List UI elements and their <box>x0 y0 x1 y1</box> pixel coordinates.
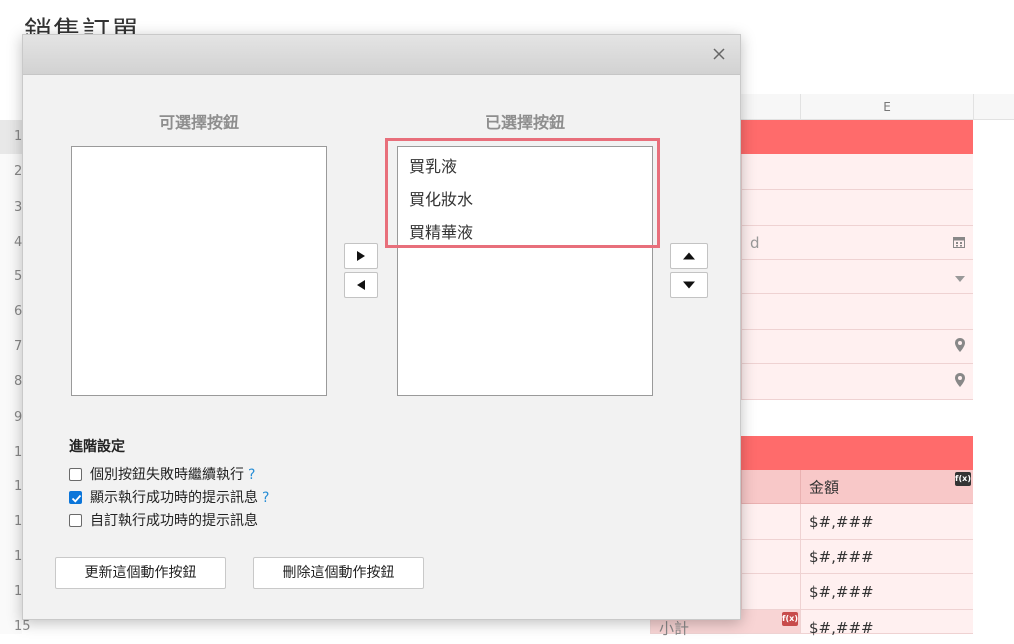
location-cell[interactable] <box>741 364 973 400</box>
amount-value: $#,### <box>809 582 874 601</box>
subtotal-value-cell[interactable]: $#,### <box>800 610 973 637</box>
available-buttons-list[interactable] <box>71 146 327 396</box>
move-right-button[interactable] <box>344 243 378 269</box>
row-number[interactable]: 7 <box>0 330 22 364</box>
dialog-header[interactable] <box>23 35 740 75</box>
sheet-title: 銷售訂單 <box>24 15 141 34</box>
arrow-right-icon <box>357 251 365 261</box>
location-pin-icon[interactable] <box>955 337 965 356</box>
formula-icon[interactable]: f(x) <box>955 472 971 486</box>
table-header-cell[interactable] <box>741 470 800 504</box>
update-action-button[interactable]: 更新這個動作按鈕 <box>55 557 226 589</box>
table-header-cell[interactable]: 金額 f(x) <box>800 470 973 504</box>
row-number[interactable]: 11 <box>0 470 31 504</box>
advanced-settings-title: 進階設定 <box>69 439 125 455</box>
location-cell[interactable] <box>741 330 973 364</box>
row-number[interactable]: 4 <box>0 226 22 260</box>
table-cell[interactable] <box>741 540 800 574</box>
date-cell[interactable]: d <box>741 226 973 260</box>
delete-action-button[interactable]: 刪除這個動作按鈕 <box>253 557 424 589</box>
dropdown-cell[interactable] <box>741 260 973 294</box>
amount-header: 金額 <box>809 478 840 496</box>
close-icon <box>713 48 725 60</box>
option-custom-success-message[interactable]: 自訂執行成功時的提示訊息 <box>69 511 258 531</box>
table-cell[interactable]: $#,### <box>800 504 973 540</box>
arrow-left-icon <box>357 280 365 290</box>
selected-buttons-list[interactable]: 買乳液 買化妝水 買精華液 <box>397 146 653 396</box>
row-number[interactable]: 14 <box>0 574 31 610</box>
form-cell[interactable] <box>741 294 973 330</box>
calendar-icon[interactable] <box>953 234 965 252</box>
list-item[interactable]: 買乳液 <box>409 153 457 177</box>
table-cell[interactable] <box>741 504 800 540</box>
table-cell[interactable] <box>741 574 800 610</box>
move-up-button[interactable] <box>670 243 708 269</box>
subtotal-label: 小計 <box>659 619 690 638</box>
table-cell[interactable]: $#,### <box>800 574 973 610</box>
row-number[interactable]: 13 <box>0 540 31 574</box>
form-cell[interactable] <box>741 154 973 190</box>
section-header-band[interactable] <box>741 120 973 154</box>
date-placeholder: d <box>750 233 760 252</box>
option-show-success-message[interactable]: 顯示執行成功時的提示訊息? <box>69 488 269 508</box>
arrow-up-icon <box>683 252 695 260</box>
selected-buttons-title: 已選擇按鈕 <box>484 113 565 132</box>
arrow-down-icon <box>683 281 695 289</box>
row-number[interactable]: 10 <box>0 436 31 470</box>
column-header-f[interactable] <box>973 94 1014 120</box>
row-number[interactable]: 3 <box>0 190 22 226</box>
option-label: 自訂執行成功時的提示訊息 <box>90 513 258 529</box>
list-item[interactable]: 買精華液 <box>409 219 473 243</box>
action-button-dialog: 可選擇按鈕 已選擇按鈕 買乳液 買化妝水 買精華液 進階設定 個別按鈕失敗時繼續… <box>22 34 741 620</box>
amount-value: $#,### <box>809 512 874 531</box>
row-number[interactable]: 9 <box>0 400 22 436</box>
amount-value: $#,### <box>809 547 874 566</box>
row-number[interactable]: 12 <box>0 504 31 540</box>
location-pin-icon[interactable] <box>955 372 965 391</box>
checkbox[interactable] <box>69 514 82 527</box>
move-left-button[interactable] <box>344 272 378 298</box>
formula-icon[interactable]: f(x) <box>782 612 798 626</box>
amount-value: $#,### <box>809 619 874 637</box>
available-buttons-title: 可選擇按鈕 <box>158 113 239 132</box>
move-down-button[interactable] <box>670 272 708 298</box>
checkbox[interactable] <box>69 468 82 481</box>
row-number[interactable]: 5 <box>0 260 22 294</box>
help-icon[interactable]: ? <box>262 490 269 506</box>
row-number[interactable]: 1 <box>0 120 22 154</box>
table-cell[interactable]: $#,### <box>800 540 973 574</box>
dropdown-icon[interactable] <box>955 268 965 286</box>
checkbox[interactable] <box>69 491 82 504</box>
option-continue-on-failure[interactable]: 個別按鈕失敗時繼續執行? <box>69 465 255 485</box>
row-number[interactable]: 8 <box>0 364 22 400</box>
form-cell[interactable] <box>741 190 973 226</box>
row-number[interactable]: 2 <box>0 154 22 190</box>
check-icon <box>71 494 82 503</box>
column-header-e[interactable]: E <box>800 94 973 120</box>
option-label: 顯示執行成功時的提示訊息 <box>90 490 258 506</box>
close-button[interactable] <box>708 43 730 65</box>
row-number[interactable]: 15 <box>0 610 31 634</box>
option-label: 個別按鈕失敗時繼續執行 <box>90 467 244 483</box>
section-header-band[interactable] <box>741 436 973 470</box>
list-item[interactable]: 買化妝水 <box>409 186 473 210</box>
row-number[interactable]: 6 <box>0 294 22 330</box>
help-icon[interactable]: ? <box>248 467 255 483</box>
